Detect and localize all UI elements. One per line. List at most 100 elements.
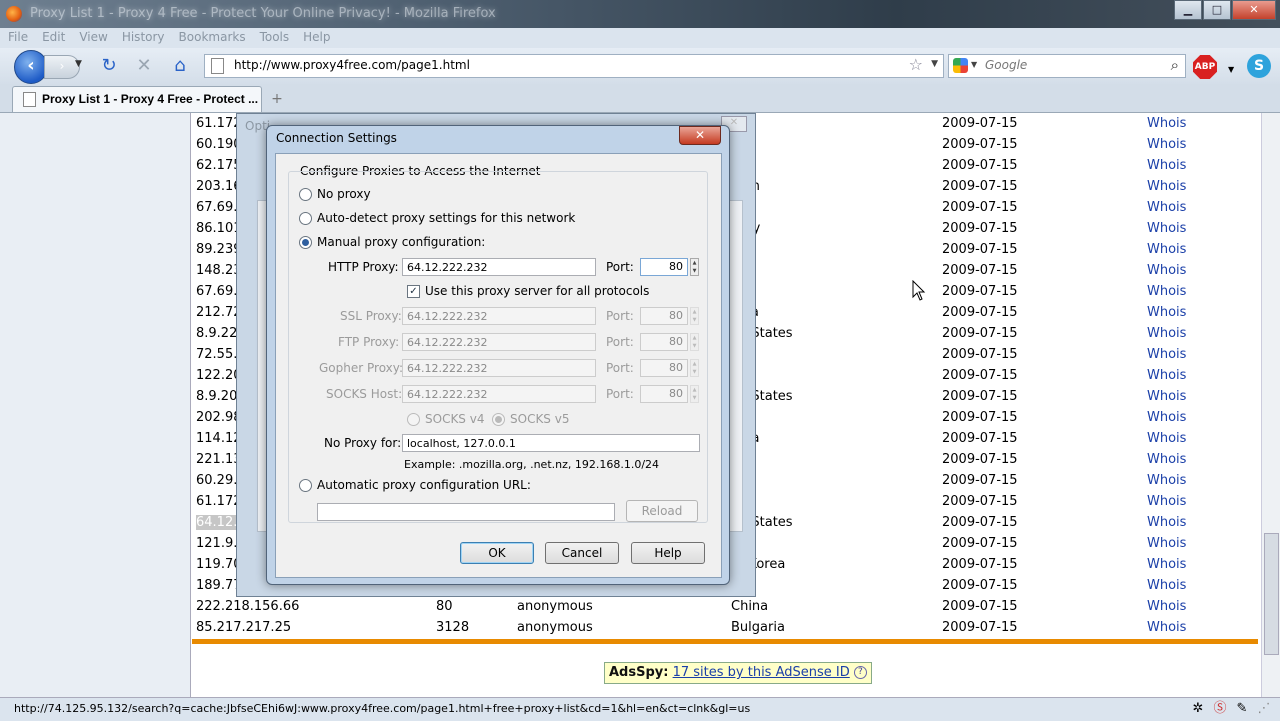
auto-config-url-input[interactable] [317,503,615,521]
socks-v5-label[interactable]: SOCKS v5 [510,412,569,426]
tab-proxy-list[interactable]: Proxy List 1 - Proxy 4 Free - Protect ..… [12,86,262,112]
http-port-spinner[interactable]: ▲ ▼ [690,258,699,276]
help-icon[interactable]: ? [853,666,867,679]
ssl-port-input[interactable]: 80 [640,307,688,325]
whois-link[interactable]: Whois [1147,473,1186,488]
no-proxy-for-input[interactable]: localhost, 127.0.0.1 [402,434,700,452]
gopher-proxy-input[interactable]: 64.12.222.232 [402,359,596,377]
auto-detect-label[interactable]: Auto-detect proxy settings for this netw… [317,211,575,225]
whois-link[interactable]: Whois [1147,116,1186,131]
search-placeholder[interactable]: Google [985,58,1027,72]
ssl-proxy-input[interactable]: 64.12.222.232 [402,307,596,325]
home-icon[interactable]: ⌂ [168,54,192,78]
whois-link[interactable]: Whois [1147,557,1186,572]
gopher-port-input[interactable]: 80 [640,359,688,377]
http-proxy-input[interactable]: 64.12.222.232 [402,258,596,276]
tools-icon[interactable]: ✲ [1190,701,1206,717]
vertical-scrollbar[interactable] [1261,113,1280,697]
use-all-protocols-checkbox[interactable]: ✓ [407,285,420,298]
whois-link[interactable]: Whois [1147,284,1186,299]
back-arrow-icon[interactable]: ‹ [14,50,48,84]
whois-link[interactable]: Whois [1147,536,1186,551]
whois-link[interactable]: Whois [1147,305,1186,320]
socks-v5-radio[interactable] [492,413,505,426]
menu-help[interactable]: Help [295,28,336,48]
help-button[interactable]: Help [631,542,705,564]
whois-link[interactable]: Whois [1147,158,1186,173]
maximize-button[interactable]: □ [1203,0,1231,20]
no-proxy-label[interactable]: No proxy [317,187,371,201]
socks-v4-radio[interactable] [407,413,420,426]
gopher-port-spinner[interactable]: ▲ ▼ [690,359,699,377]
manual-proxy-radio[interactable] [299,236,312,249]
reload-icon[interactable]: ↻ [97,54,121,78]
whois-link[interactable]: Whois [1147,515,1186,530]
whois-link[interactable]: Whois [1147,410,1186,425]
ftp-proxy-input[interactable]: 64.12.222.232 [402,333,596,351]
whois-link[interactable]: Whois [1147,200,1186,215]
minimize-button[interactable]: ▁ [1174,0,1202,20]
socks-port-input[interactable]: 80 [640,385,688,403]
menu-history[interactable]: History [114,28,171,48]
url-text[interactable]: http://www.proxy4free.com/page1.html [234,58,470,72]
bookmark-star-icon[interactable]: ☆ [909,55,923,74]
search-engine-dropdown-icon[interactable]: ▼ [971,60,977,69]
ftp-port-input[interactable]: 80 [640,333,688,351]
adblock-plus-icon[interactable]: ABP [1193,55,1217,79]
whois-link[interactable]: Whois [1147,599,1186,614]
auto-config-url-label[interactable]: Automatic proxy configuration URL: [317,478,531,492]
ssl-port-spinner[interactable]: ▲ ▼ [690,307,699,325]
menu-view[interactable]: View [71,28,113,48]
url-bar[interactable]: http://www.proxy4free.com/page1.html ☆ ▼ [204,54,944,78]
http-port-input[interactable]: 80 [640,258,688,276]
search-bar[interactable]: ▼ Google ⌕ [948,54,1186,78]
stumble-icon[interactable]: Ⓢ [1212,701,1228,717]
whois-link[interactable]: Whois [1147,368,1186,383]
ftp-port-spinner[interactable]: ▲ ▼ [690,333,699,351]
whois-link[interactable]: Whois [1147,221,1186,236]
auto-detect-radio[interactable] [299,212,312,225]
socks-host-input[interactable]: 64.12.222.232 [402,385,596,403]
whois-link[interactable]: Whois [1147,326,1186,341]
proxy-ip: 60.29. [196,473,238,488]
whois-link[interactable]: Whois [1147,242,1186,257]
ok-button[interactable]: OK [460,542,534,564]
menu-file[interactable]: File [0,28,34,48]
whois-link[interactable]: Whois [1147,179,1186,194]
menu-bookmarks[interactable]: Bookmarks [171,28,252,48]
resize-grip-icon[interactable]: ⋰ [1256,701,1272,717]
url-dropdown-icon[interactable]: ▼ [931,59,938,69]
history-dropdown-icon[interactable]: ▼ [75,59,82,69]
stop-icon[interactable]: ✕ [132,54,156,78]
whois-link[interactable]: Whois [1147,431,1186,446]
dialog-close-button[interactable]: ✕ [679,126,721,145]
cancel-button[interactable]: Cancel [545,542,619,564]
socks-port-spinner[interactable]: ▲ ▼ [690,385,699,403]
socks-v4-label[interactable]: SOCKS v4 [425,412,484,426]
use-all-protocols-label[interactable]: Use this proxy server for all protocols [425,284,649,298]
whois-link[interactable]: Whois [1147,620,1186,635]
whois-link[interactable]: Whois [1147,137,1186,152]
close-window-button[interactable]: ✕ [1232,0,1276,20]
menu-edit[interactable]: Edit [34,28,71,48]
proxy-ip: 8.9.22 [196,326,238,341]
no-proxy-radio[interactable] [299,188,312,201]
adblock-dropdown-icon[interactable]: ▼ [1228,65,1234,74]
manual-proxy-label[interactable]: Manual proxy configuration: [317,235,485,249]
whois-link[interactable]: Whois [1147,494,1186,509]
auto-config-url-radio[interactable] [299,479,312,492]
pen-icon[interactable]: ✎ [1234,701,1250,717]
whois-link[interactable]: Whois [1147,347,1186,362]
new-tab-button[interactable]: + [262,88,292,110]
adspy-link[interactable]: 17 sites by this AdSense ID [673,665,850,680]
whois-link[interactable]: Whois [1147,452,1186,467]
menu-tools[interactable]: Tools [252,28,296,48]
reload-button[interactable]: Reload [626,500,698,522]
google-icon[interactable] [953,58,968,73]
whois-link[interactable]: Whois [1147,263,1186,278]
whois-link[interactable]: Whois [1147,578,1186,593]
whois-link[interactable]: Whois [1147,389,1186,404]
search-icon[interactable]: ⌕ [1171,56,1179,74]
scrollbar-thumb[interactable] [1264,533,1279,655]
skype-icon[interactable]: S [1247,54,1271,78]
